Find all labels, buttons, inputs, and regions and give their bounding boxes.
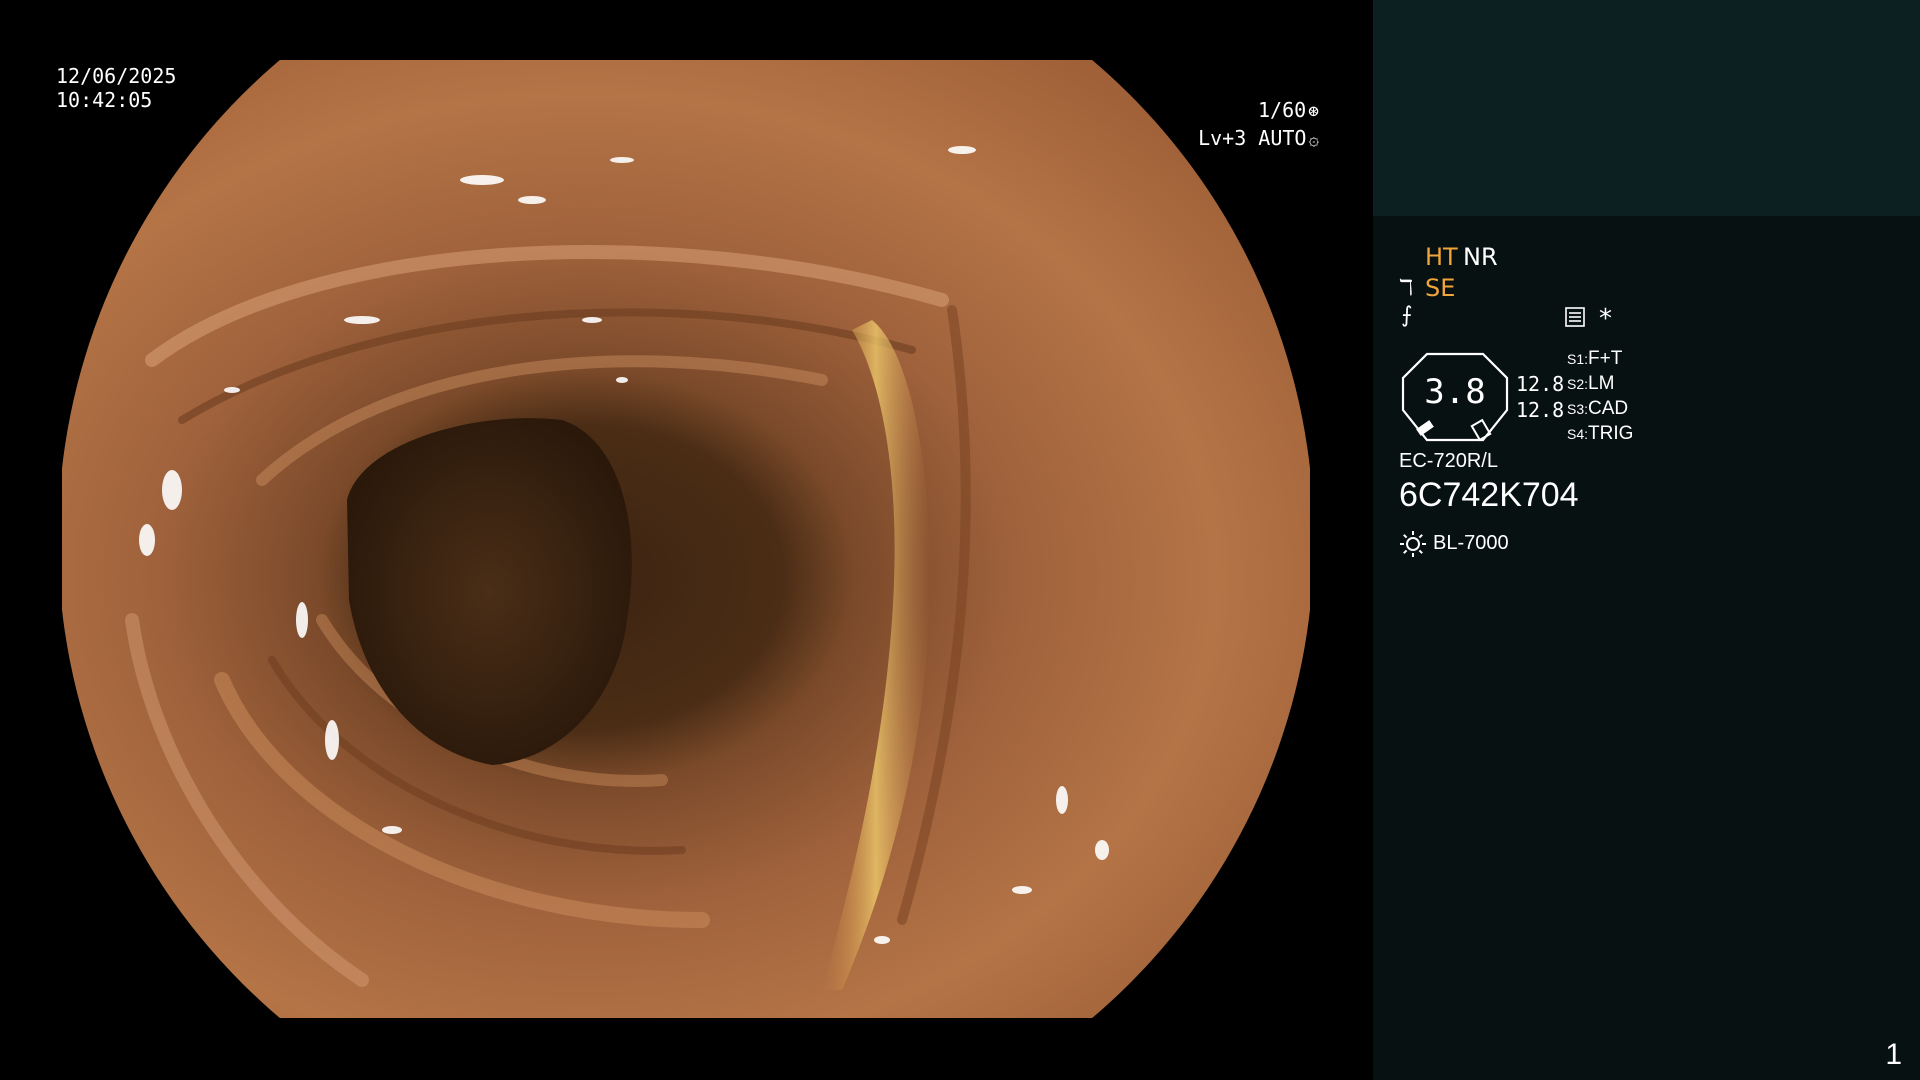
switch-value: TRIG — [1588, 423, 1634, 444]
iris-value: Lv+3 AUTO — [1198, 126, 1307, 150]
shutter-value: 1/60 — [1257, 98, 1307, 122]
nr-indicator: NR — [1463, 243, 1498, 271]
star-indicator: * — [1599, 304, 1612, 334]
ht-indicator: HT — [1425, 243, 1458, 271]
switch-row: S2:LM — [1567, 373, 1614, 395]
panel-header-area — [1373, 0, 1920, 216]
iris-icon: ۞ — [1308, 129, 1319, 150]
info-panel: HT NR ℸ SE ⨍ * 3.8 12.8 12.8 S1:F+T S2:L… — [1373, 0, 1920, 1080]
shutter-readout: 1/60 ⊛ — [1258, 98, 1319, 124]
enhancement-icon: ⨍ — [1401, 303, 1413, 328]
light-source-icon — [1400, 531, 1426, 557]
reading-1: 12.8 — [1516, 372, 1565, 396]
switch-row: S4:TRIG — [1567, 423, 1633, 445]
scope-tip-icon: ℸ — [1399, 276, 1414, 301]
menu-icon — [1565, 307, 1585, 327]
date-readout: 12/06/2025 — [56, 64, 177, 88]
se-indicator: SE — [1425, 274, 1456, 302]
time-readout: 10:42:05 — [56, 88, 153, 112]
switch-row: S1:F+T — [1567, 348, 1622, 370]
page-number: 1 — [1885, 1038, 1902, 1071]
endoscope-viewport: 12/06/2025 10:42:05 1/60 ⊛ Lv+3 AUTO ۞ — [0, 0, 1373, 1080]
gauge-value: 3.8 — [1424, 372, 1486, 412]
switch-key: S3: — [1567, 401, 1589, 417]
switch-value: F+T — [1588, 348, 1623, 369]
switch-value: LM — [1588, 373, 1615, 394]
scope-model: EC-720R/L — [1399, 450, 1498, 472]
switch-key: S1: — [1567, 351, 1589, 367]
reading-2: 12.8 — [1516, 398, 1565, 422]
iris-readout: Lv+3 AUTO ۞ — [1198, 126, 1319, 152]
endoscopic-image — [62, 60, 1310, 1018]
switch-key: S2: — [1567, 376, 1589, 392]
switch-row: S3:CAD — [1567, 398, 1628, 420]
aperture-icon: ⊛ — [1308, 101, 1319, 122]
light-source-model: BL-7000 — [1433, 532, 1509, 554]
scope-serial: 6C742K704 — [1399, 476, 1579, 514]
switch-value: CAD — [1588, 398, 1629, 419]
switch-key: S4: — [1567, 426, 1589, 442]
